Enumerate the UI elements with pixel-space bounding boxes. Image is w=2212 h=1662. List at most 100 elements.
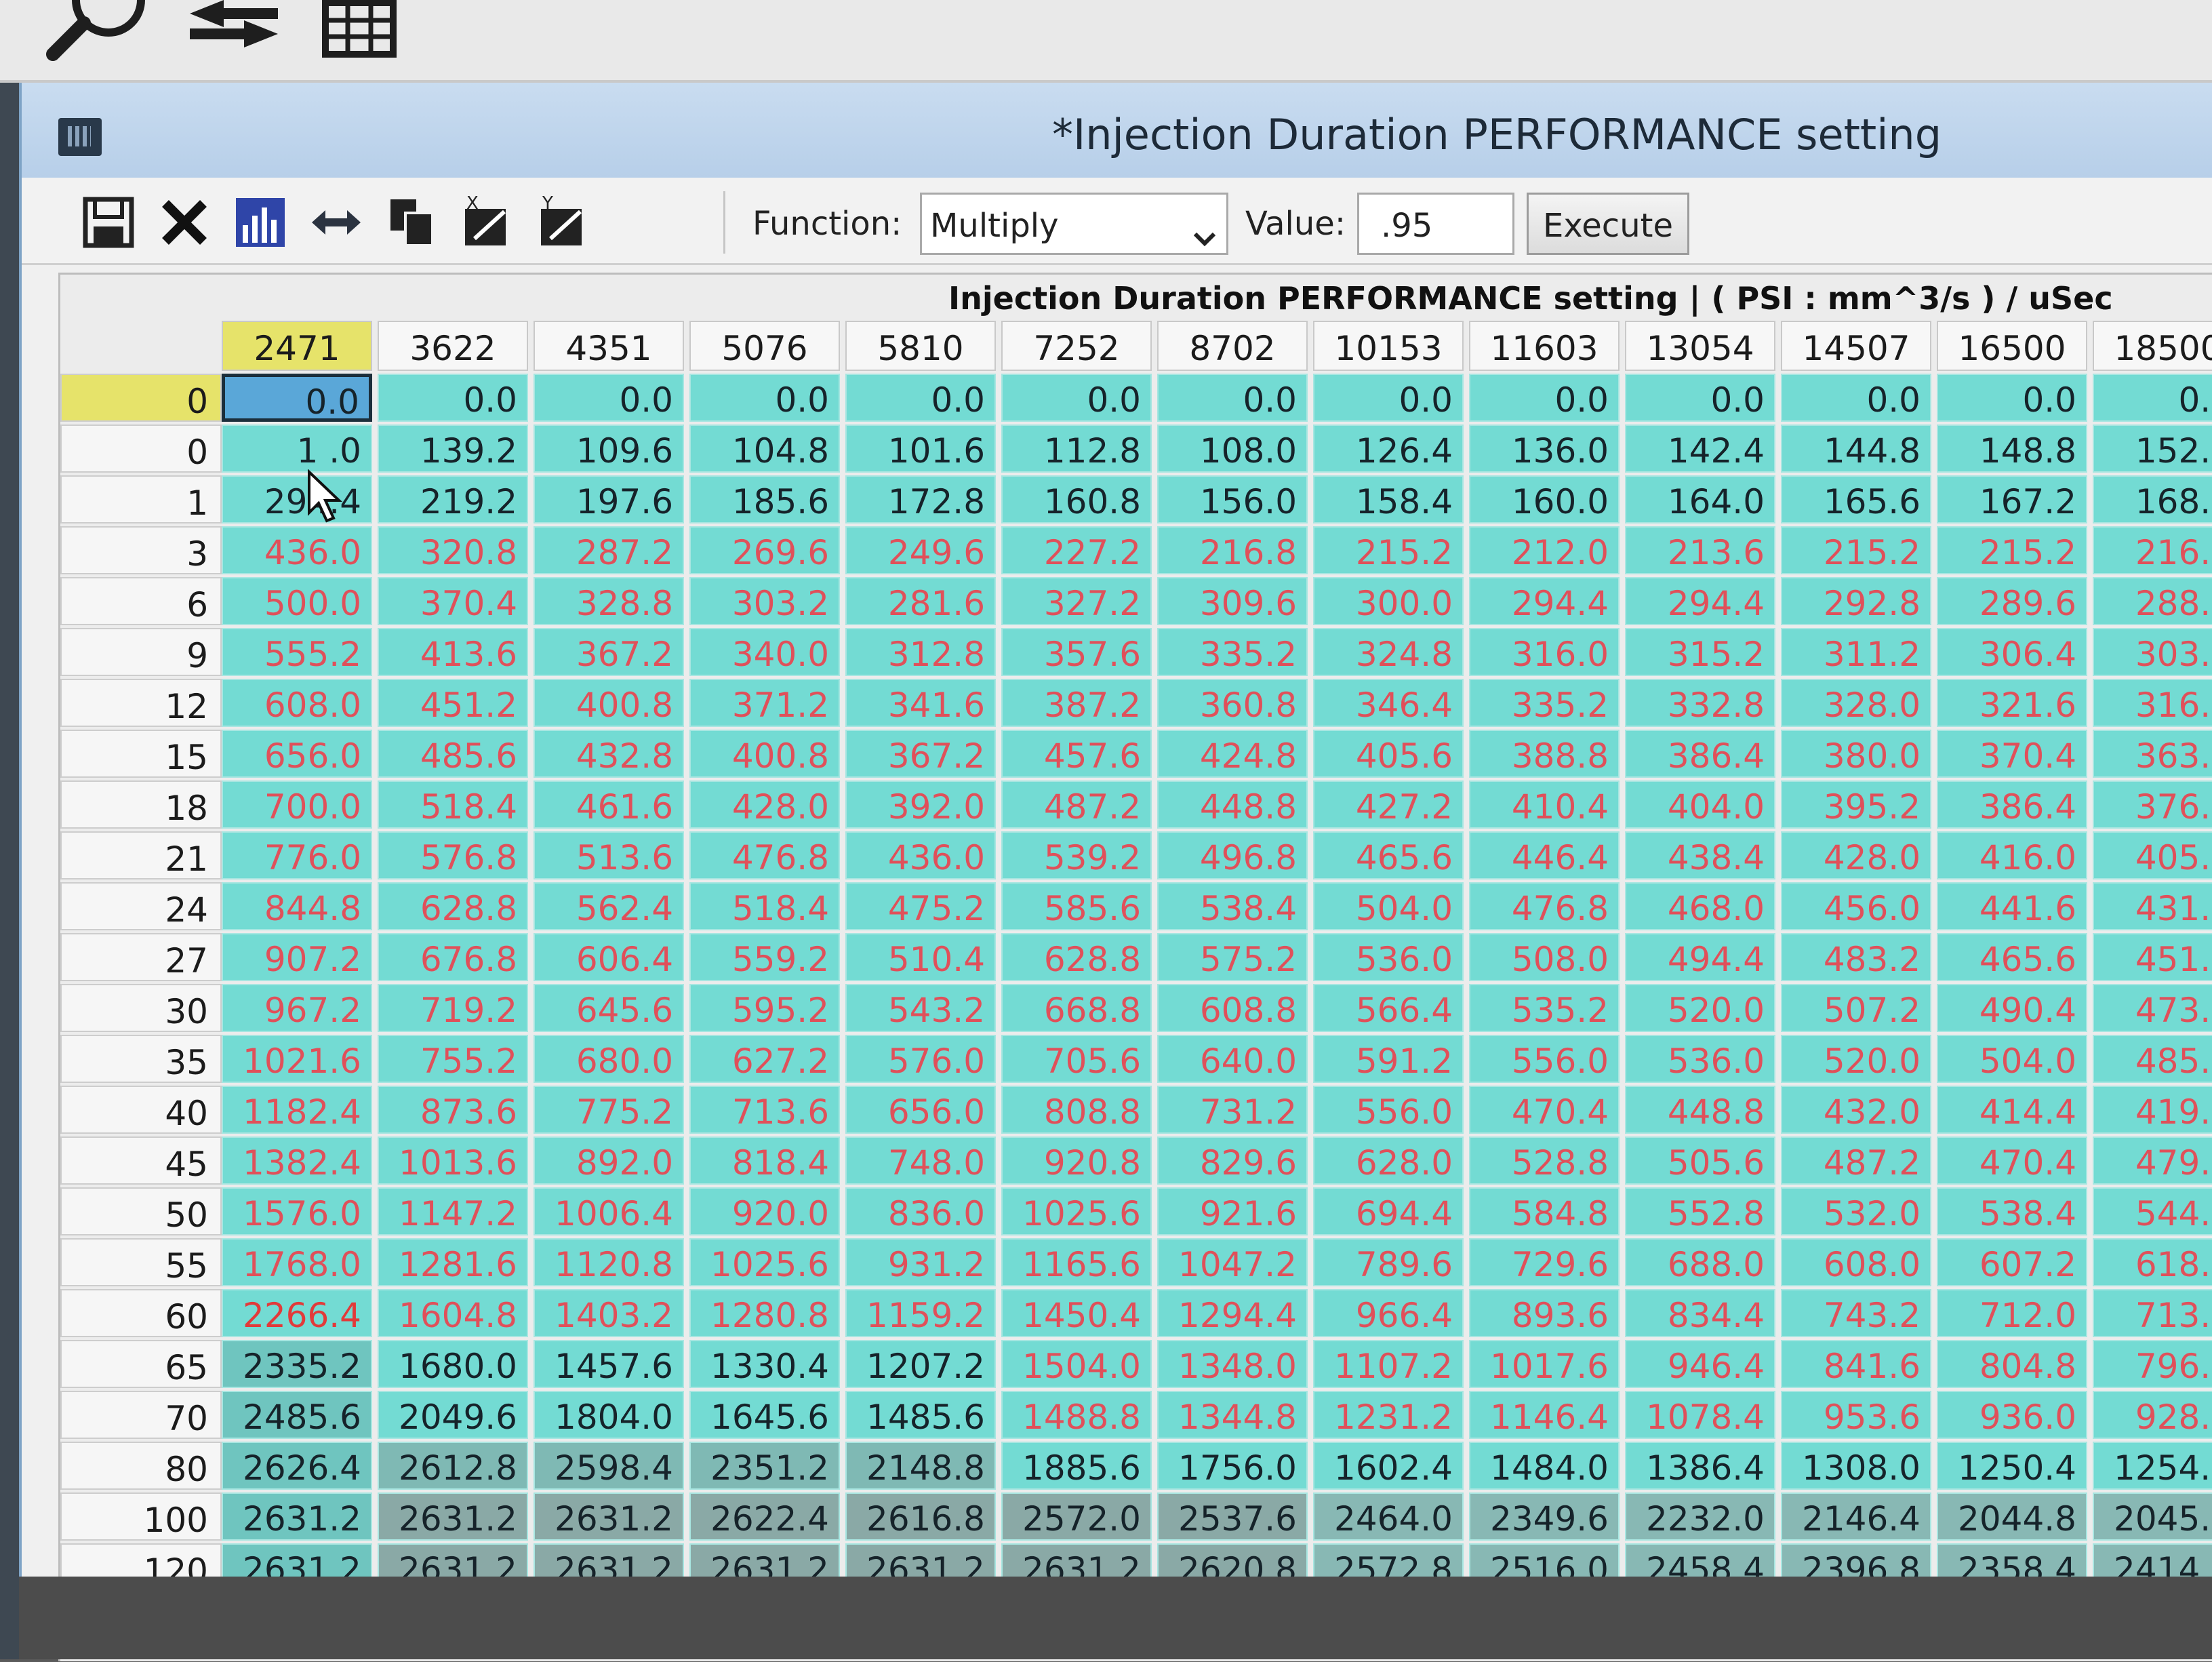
column-header[interactable]: 8702 [1157,321,1308,371]
table-cell[interactable]: 2148.8 [845,1442,996,1490]
table-cell[interactable]: 518.4 [689,882,840,930]
table-cell[interactable]: 428.0 [689,780,840,829]
table-cell[interactable]: 346.4 [1313,679,1464,727]
table-cell[interactable]: 386.4 [1625,730,1775,778]
table-cell[interactable]: 694.4 [1313,1187,1464,1235]
table-cell[interactable]: 538.4 [1937,1187,2087,1235]
table-cell[interactable]: 413.6 [378,628,528,676]
table-cell[interactable]: 873.6 [378,1086,528,1134]
row-header[interactable]: 80 [60,1442,222,1490]
table-cell[interactable]: 468.0 [1625,882,1775,930]
table-cell[interactable]: 1 .0 [222,424,372,473]
table-cell[interactable]: 380.0 [1781,730,1931,778]
table-cell[interactable]: 148.8 [1937,424,2087,473]
row-header[interactable]: 12 [60,679,222,727]
table-cell[interactable]: 249.6 [845,526,996,574]
table-cell[interactable]: 608.0 [1781,1238,1931,1286]
table-cell[interactable]: 158.4 [1313,475,1464,523]
row-header[interactable]: 18 [60,780,222,829]
table-cell[interactable]: 428.0 [1781,831,1931,879]
row-header[interactable]: 100 [60,1492,222,1541]
table-cell[interactable]: 562.4 [534,882,684,930]
table-cell[interactable]: 705.6 [1001,1035,1152,1083]
table-cell[interactable]: 1645.6 [689,1391,840,1439]
table-cell[interactable]: 367.2 [845,730,996,778]
table-cell[interactable]: 608.0 [222,679,372,727]
table-cell[interactable]: 1146.4 [1469,1391,1620,1439]
table-cell[interactable]: 844.8 [222,882,372,930]
table-cell[interactable]: 606.4 [534,933,684,981]
table-cell[interactable]: 967.2 [222,984,372,1032]
table-cell[interactable]: 315.2 [1625,628,1775,676]
table-cell[interactable]: 1403.2 [534,1289,684,1337]
table-cell[interactable]: 172.8 [845,475,996,523]
table-cell[interactable]: 1348.0 [1157,1340,1308,1388]
table-cell[interactable]: 1294.4 [1157,1289,1308,1337]
table-cell[interactable]: 628.0 [1313,1136,1464,1185]
column-header[interactable]: 14507 [1781,321,1931,371]
table-cell[interactable]: 487.2 [1781,1136,1931,1185]
table-cell[interactable]: 470.4 [1469,1086,1620,1134]
table-cell[interactable]: 627.2 [689,1035,840,1083]
table-cell[interactable]: 508.0 [1469,933,1620,981]
table-cell[interactable]: 2044.8 [1937,1492,2087,1541]
table-cell[interactable]: 907.2 [222,933,372,981]
row-header[interactable]: 27 [60,933,222,981]
table-cell[interactable]: 713.6 [689,1086,840,1134]
table-cell[interactable]: 1231.2 [1313,1391,1464,1439]
table-cell[interactable]: 818.4 [689,1136,840,1185]
table-cell[interactable]: 363.2 [2093,730,2212,778]
table-cell[interactable]: 576.0 [845,1035,996,1083]
table-cell[interactable]: 1013.6 [378,1136,528,1185]
table-cell[interactable]: 808.8 [1001,1086,1152,1134]
table-cell[interactable]: 1488.8 [1001,1391,1152,1439]
table-cell[interactable]: 2335.2 [222,1340,372,1388]
table-cell[interactable]: 920.0 [689,1187,840,1235]
table-cell[interactable]: 142.4 [1625,424,1775,473]
table-cell[interactable]: 294.4 [1625,577,1775,625]
table-cell[interactable]: 1025.6 [689,1238,840,1286]
table-cell[interactable]: 321.6 [1937,679,2087,727]
table-cell[interactable]: 1250.4 [1937,1442,2087,1490]
table-cell[interactable]: 500.0 [222,577,372,625]
table-cell[interactable]: 386.4 [1937,780,2087,829]
table-cell[interactable]: 370.4 [1937,730,2087,778]
row-header[interactable]: 24 [60,882,222,930]
table-cell[interactable]: 0.0 [845,374,996,422]
table-cell[interactable]: 931.2 [845,1238,996,1286]
table-cell[interactable]: 555.2 [222,628,372,676]
table-cell[interactable]: 2349.6 [1469,1492,1620,1541]
table-cell[interactable]: 457.6 [1001,730,1152,778]
table-cell[interactable]: 576.8 [378,831,528,879]
table-cell[interactable]: 0.0 [1157,374,1308,422]
table-cell[interactable]: 303.2 [2093,628,2212,676]
table-cell[interactable]: 387.2 [1001,679,1152,727]
table-cell[interactable]: 490.4 [1937,984,2087,1032]
table-cell[interactable]: 324.8 [1313,628,1464,676]
table-cell[interactable]: 465.6 [1313,831,1464,879]
grid-table-icon[interactable] [319,0,400,60]
table-cell[interactable]: 2631.2 [534,1492,684,1541]
table-cell[interactable]: 1207.2 [845,1340,996,1388]
table-cell[interactable]: 320.8 [378,526,528,574]
table-cell[interactable]: 1885.6 [1001,1442,1152,1490]
x-axis-edit-icon[interactable]: X [460,194,517,251]
table-cell[interactable]: 451.2 [378,679,528,727]
table-cell[interactable]: 436.0 [845,831,996,879]
table-cell[interactable]: 216.8 [1157,526,1308,574]
table-cell[interactable]: 292.8 [1781,577,1931,625]
table-cell[interactable]: 645.6 [534,984,684,1032]
table-cell[interactable]: 164.0 [1625,475,1775,523]
table-cell[interactable]: 303.2 [689,577,840,625]
table-cell[interactable]: 405.6 [2093,831,2212,879]
table-cell[interactable]: 2631.2 [378,1492,528,1541]
table-cell[interactable]: 424.8 [1157,730,1308,778]
table-cell[interactable]: 0.0 [1781,374,1931,422]
table-cell[interactable]: 731.2 [1157,1086,1308,1134]
table-cell[interactable]: 416.0 [1937,831,2087,879]
table-cell[interactable]: 712.0 [1937,1289,2087,1337]
table-cell[interactable]: 494.4 [1625,933,1775,981]
table-cell[interactable]: 1602.4 [1313,1442,1464,1490]
column-header[interactable]: 10153 [1313,321,1464,371]
row-header[interactable]: 50 [60,1187,222,1235]
